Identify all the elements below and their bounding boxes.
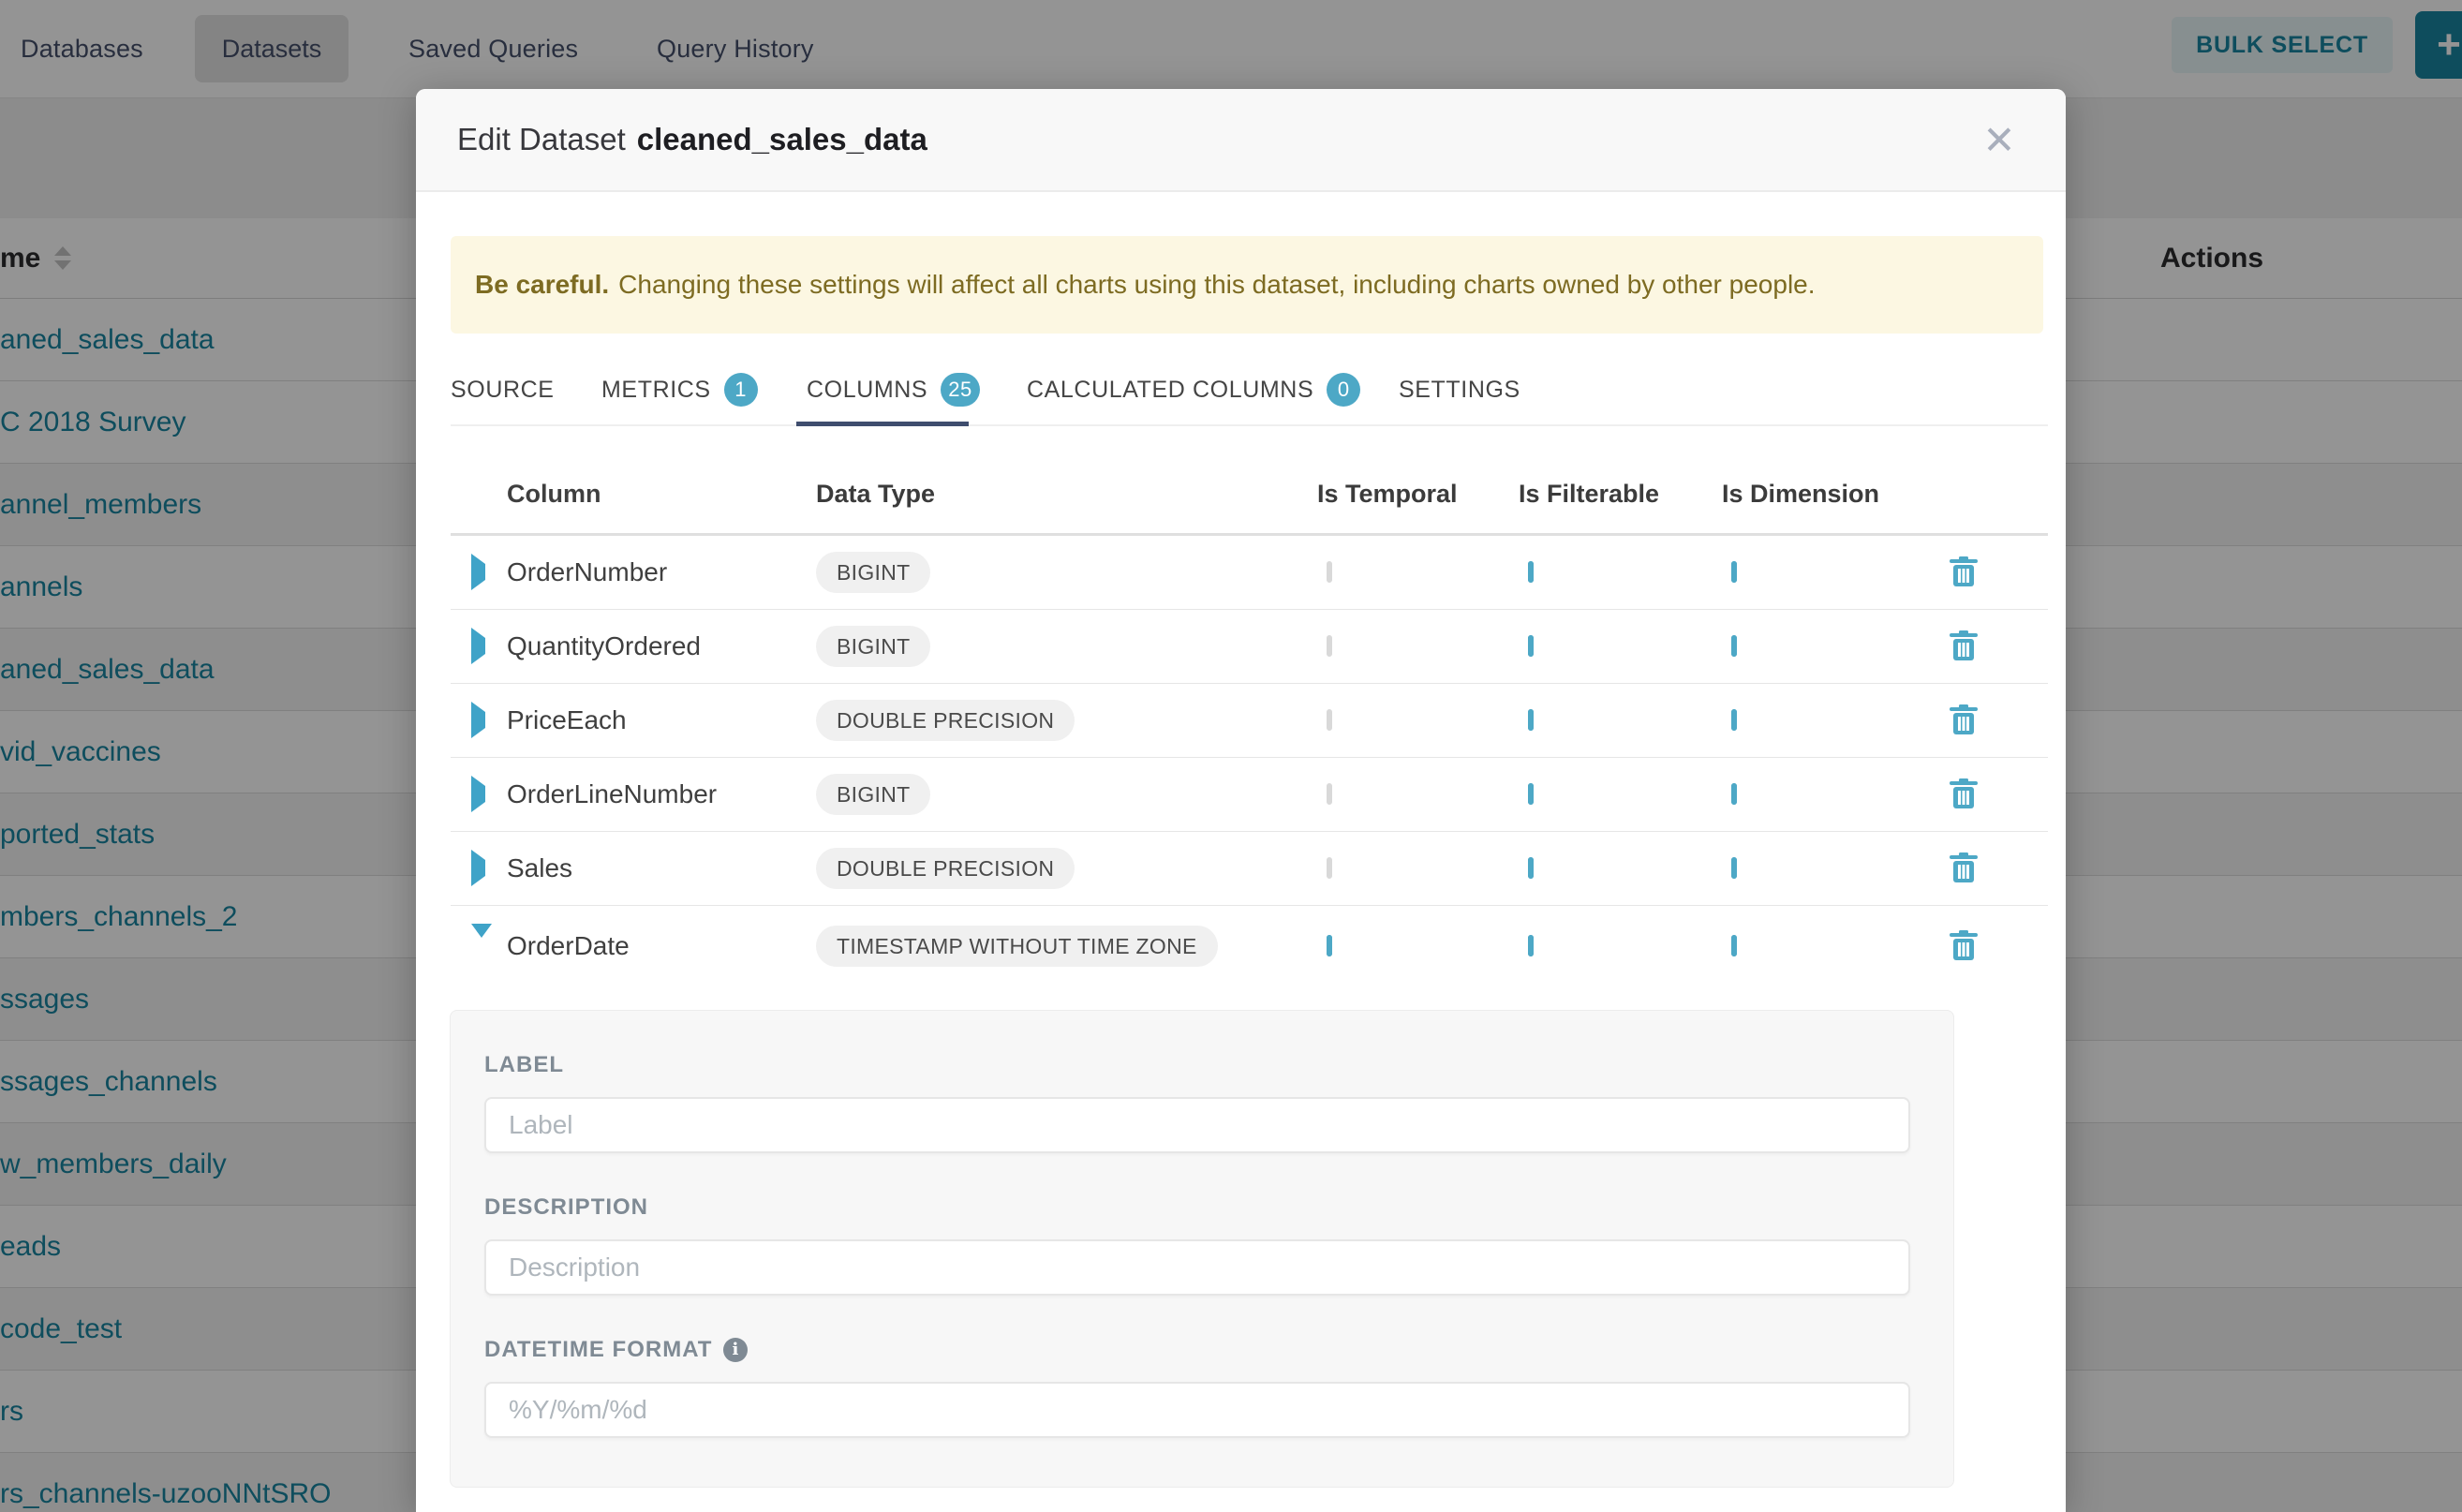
column-row: QuantityOrdered BIGINT (451, 610, 2048, 684)
checkbox-is-temporal[interactable] (1327, 709, 1332, 731)
columns-table: Column Data Type Is Temporal Is Filterab… (451, 468, 2048, 986)
data-type-pill: BIGINT (816, 774, 930, 815)
description-input[interactable] (484, 1239, 1910, 1296)
header-is-dimension: Is Dimension (1722, 480, 1923, 509)
columns-count-badge: 25 (941, 373, 980, 407)
checkbox-is-filterable[interactable] (1528, 635, 1534, 657)
checkbox-is-temporal[interactable] (1327, 635, 1332, 657)
trash-icon[interactable] (1950, 930, 1978, 962)
checkbox-is-temporal[interactable] (1327, 857, 1332, 879)
trash-icon[interactable] (1950, 704, 1978, 736)
tab-columns[interactable]: COLUMNS25 (807, 359, 980, 421)
active-tab-underline (796, 422, 969, 426)
trash-icon[interactable] (1950, 778, 1978, 810)
checkbox-is-temporal[interactable] (1327, 561, 1332, 583)
checkbox-is-dimension[interactable] (1731, 857, 1737, 879)
column-name: Sales (507, 853, 816, 883)
checkbox-is-temporal[interactable] (1327, 935, 1332, 956)
edit-dataset-modal: Edit Dataset cleaned_sales_data ✕ Be car… (416, 89, 2066, 1512)
column-row: Sales DOUBLE PRECISION (451, 832, 2048, 906)
column-row: PriceEach DOUBLE PRECISION (451, 684, 2048, 758)
label-field-label: LABEL (484, 1052, 1910, 1078)
columns-table-header: Column Data Type Is Temporal Is Filterab… (451, 468, 2048, 520)
data-type-pill: DOUBLE PRECISION (816, 700, 1075, 741)
modal-header: Edit Dataset cleaned_sales_data ✕ (416, 89, 2066, 192)
description-field-label: DESCRIPTION (484, 1194, 1910, 1221)
warning-text: Changing these settings will affect all … (618, 270, 1815, 300)
datetime-format-input[interactable] (484, 1382, 1910, 1438)
tab-calculated-columns[interactable]: CALCULATED COLUMNS0 (1027, 359, 1360, 421)
tab-source[interactable]: SOURCE (451, 359, 555, 421)
column-name: OrderNumber (507, 557, 816, 587)
expand-caret-icon[interactable] (471, 554, 485, 590)
columns-rows: OrderNumber BIGINT QuantityOrdered BIGIN… (451, 536, 2048, 986)
checkbox-is-filterable[interactable] (1528, 857, 1534, 879)
header-column: Column (507, 480, 816, 509)
info-icon[interactable]: i (723, 1338, 748, 1362)
column-row: OrderDate TIMESTAMP WITHOUT TIME ZONE (451, 906, 2048, 986)
modal-title-dataset-name: cleaned_sales_data (637, 122, 927, 157)
column-name: PriceEach (507, 705, 816, 735)
column-row: OrderNumber BIGINT (451, 536, 2048, 610)
data-type-pill: TIMESTAMP WITHOUT TIME ZONE (816, 926, 1218, 967)
page: Databases Datasets Saved Queries Query H… (0, 0, 2462, 1512)
calculated-columns-count-badge: 0 (1327, 373, 1360, 407)
checkbox-is-filterable[interactable] (1528, 783, 1534, 805)
data-type-pill: BIGINT (816, 626, 930, 667)
checkbox-is-dimension[interactable] (1731, 935, 1737, 956)
checkbox-is-dimension[interactable] (1731, 709, 1737, 731)
header-data-type: Data Type (816, 480, 1317, 509)
modal-tabs: SOURCE METRICS1 COLUMNS25 CALCULATED COL… (451, 359, 2048, 426)
tab-metrics[interactable]: METRICS1 (601, 359, 758, 421)
checkbox-is-dimension[interactable] (1731, 561, 1737, 583)
expand-caret-icon[interactable] (471, 776, 485, 812)
column-row: OrderLineNumber BIGINT (451, 758, 2048, 832)
checkbox-is-filterable[interactable] (1528, 561, 1534, 583)
data-type-pill: BIGINT (816, 552, 930, 593)
label-input[interactable] (484, 1097, 1910, 1153)
metrics-count-badge: 1 (724, 373, 758, 407)
checkbox-is-dimension[interactable] (1731, 635, 1737, 657)
datetime-format-field-label: DATETIME FORMAT i (484, 1337, 1910, 1363)
header-is-filterable: Is Filterable (1519, 480, 1722, 509)
close-icon[interactable]: ✕ (1966, 89, 2032, 190)
expand-caret-icon[interactable] (471, 702, 485, 738)
column-detail-panel: LABEL DESCRIPTION DATETIME FORMAT i (450, 1010, 1954, 1488)
expand-caret-icon[interactable] (471, 628, 485, 664)
expand-caret-icon[interactable] (471, 924, 492, 954)
tab-settings[interactable]: SETTINGS (1399, 359, 1520, 421)
expand-caret-icon[interactable] (471, 850, 485, 886)
checkbox-is-filterable[interactable] (1528, 709, 1534, 731)
column-name: QuantityOrdered (507, 631, 816, 661)
checkbox-is-dimension[interactable] (1731, 783, 1737, 805)
warning-banner: Be careful. Changing these settings will… (451, 236, 2043, 334)
trash-icon[interactable] (1950, 852, 1978, 884)
data-type-pill: DOUBLE PRECISION (816, 848, 1075, 889)
checkbox-is-temporal[interactable] (1327, 783, 1332, 805)
warning-bold-text: Be careful. (475, 270, 609, 300)
modal-title: Edit Dataset cleaned_sales_data (457, 89, 927, 190)
column-name: OrderDate (507, 931, 816, 961)
header-is-temporal: Is Temporal (1317, 480, 1519, 509)
trash-icon[interactable] (1950, 630, 1978, 662)
modal-title-prefix: Edit Dataset (457, 122, 626, 157)
trash-icon[interactable] (1950, 556, 1978, 588)
checkbox-is-filterable[interactable] (1528, 935, 1534, 956)
column-name: OrderLineNumber (507, 779, 816, 809)
